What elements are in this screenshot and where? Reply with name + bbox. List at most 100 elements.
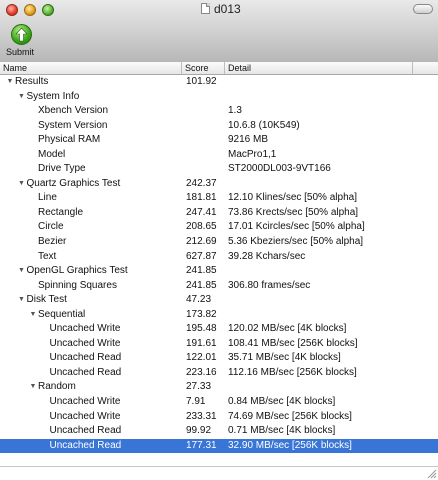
- outline-row[interactable]: Bezier 212.69 5.36 Kbeziers/sec [50% alpha…: [0, 235, 438, 250]
- outline-row[interactable]: ▼ Results 101.92: [0, 75, 438, 90]
- outline-row[interactable]: Spinning Squares 241.85 306.80 frames/sec: [0, 279, 438, 294]
- outline-row[interactable]: Model MacPro1,1: [0, 148, 438, 163]
- resize-grip-icon[interactable]: [426, 468, 437, 479]
- row-score: 627.87: [186, 250, 217, 262]
- row-detail: MacPro1,1: [228, 148, 277, 160]
- row-detail: 39.28 Kchars/sec: [228, 250, 306, 262]
- row-name: Drive Type: [38, 163, 86, 175]
- toolbar-toggle-button[interactable]: [413, 4, 433, 14]
- row-detail: 1.3: [228, 105, 242, 117]
- row-name: Uncached Read: [49, 352, 122, 364]
- close-icon[interactable]: [6, 4, 18, 16]
- outline-row[interactable]: Rectangle 247.41 73.86 Krects/sec [50% alp…: [0, 206, 438, 221]
- outline-row[interactable]: ▼ Sequential 173.82: [0, 308, 438, 323]
- minimize-icon[interactable]: [24, 4, 36, 16]
- disclosure-triangle-down-icon[interactable]: ▼: [29, 380, 37, 395]
- outline-row[interactable]: ▼ System Info: [0, 90, 438, 105]
- upload-arrow-icon: [11, 24, 32, 45]
- row-score: 101.92: [186, 76, 217, 87]
- row-score: 27.33: [186, 381, 212, 393]
- outline-row[interactable]: Uncached Read 99.92 0.71 MB/sec [4K blocks…: [0, 424, 438, 439]
- row-score: 99.92: [186, 425, 212, 437]
- row-score: 173.82: [186, 308, 217, 320]
- window-toolbar: d013 Submit: [0, 0, 438, 63]
- row-name: Uncached Read: [49, 425, 122, 437]
- row-score: 195.48: [186, 323, 217, 335]
- outline-row[interactable]: ▼ Disk Test 47.23: [0, 293, 438, 308]
- disclosure-triangle-down-icon[interactable]: ▼: [29, 308, 37, 323]
- submit-label: Submit: [6, 47, 35, 57]
- disclosure-triangle-down-icon[interactable]: ▼: [18, 264, 26, 279]
- row-name: System Info: [26, 90, 80, 102]
- row-score: 7.91: [186, 396, 206, 408]
- outline-row[interactable]: Uncached Read 177.31 32.90 MB/sec [256K bl…: [0, 438, 438, 454]
- outline-row[interactable]: Physical RAM 9216 MB: [0, 133, 438, 148]
- column-header-score[interactable]: Score: [182, 62, 225, 74]
- window-title: d013: [214, 2, 241, 16]
- row-detail: 120.02 MB/sec [4K blocks]: [228, 323, 347, 335]
- column-header-detail[interactable]: Detail: [225, 62, 413, 74]
- row-name: Uncached Write: [49, 396, 121, 408]
- row-name: Circle: [38, 221, 64, 233]
- outline-row[interactable]: Text 627.87 39.28 Kchars/sec: [0, 250, 438, 265]
- row-name: Quartz Graphics Test: [26, 177, 121, 189]
- disclosure-triangle-down-icon[interactable]: ▼: [18, 177, 26, 192]
- outline-row[interactable]: ▼ OpenGL Graphics Test 241.85: [0, 264, 438, 279]
- row-name: Model: [38, 148, 66, 160]
- disclosure-triangle-down-icon[interactable]: ▼: [18, 293, 26, 308]
- row-name: Random: [38, 381, 76, 393]
- outline-row[interactable]: Xbench Version 1.3: [0, 104, 438, 119]
- row-detail: 112.16 MB/sec [256K blocks]: [228, 366, 357, 378]
- outline-row[interactable]: ▼ Random 27.33: [0, 380, 438, 395]
- row-detail: 35.71 MB/sec [4K blocks]: [228, 352, 341, 364]
- row-detail: 0.84 MB/sec [4K blocks]: [228, 396, 336, 408]
- row-detail: 5.36 Kbeziers/sec [50% alpha]: [228, 236, 364, 248]
- outline-row[interactable]: Uncached Read 122.01 35.71 MB/sec [4K bloc…: [0, 351, 438, 366]
- submit-button[interactable]: Submit: [2, 24, 38, 60]
- row-detail: 17.01 Kcircles/sec [50% alpha]: [228, 221, 365, 233]
- disclosure-triangle-down-icon[interactable]: ▼: [6, 75, 14, 90]
- row-score: 242.37: [186, 177, 217, 189]
- outline-row[interactable]: Line 181.81 12.10 Klines/sec [50% alpha]: [0, 191, 438, 206]
- row-score: 233.31: [186, 410, 217, 422]
- row-score: 241.85: [186, 279, 217, 291]
- outline-row[interactable]: Uncached Write 195.48 120.02 MB/sec [4K bl…: [0, 322, 438, 337]
- outline-row[interactable]: Drive Type ST2000DL003-9VT166: [0, 162, 438, 177]
- results-outline[interactable]: ▼ Results 101.92 ▼ System Info Xbench Version…: [0, 75, 438, 454]
- row-name: Rectangle: [38, 206, 84, 218]
- row-detail: 74.69 MB/sec [256K blocks]: [228, 410, 352, 422]
- row-name: Bezier: [38, 236, 67, 248]
- row-name: Results: [15, 76, 49, 87]
- divider: [0, 466, 438, 467]
- outline-row[interactable]: Circle 208.65 17.01 Kcircles/sec [50% alph…: [0, 220, 438, 235]
- row-score: 212.69: [186, 236, 217, 248]
- row-name: OpenGL Graphics Test: [26, 265, 128, 277]
- row-detail: 73.86 Krects/sec [50% alpha]: [228, 206, 359, 218]
- outline-row[interactable]: Uncached Read 223.16 112.16 MB/sec [256K b…: [0, 366, 438, 381]
- row-score: 177.31: [186, 439, 217, 451]
- row-name: Spinning Squares: [38, 279, 117, 291]
- outline-row[interactable]: Uncached Write 233.31 74.69 MB/sec [256K b…: [0, 410, 438, 425]
- row-score: 208.65: [186, 221, 217, 233]
- row-name: Sequential: [38, 308, 86, 320]
- outline-row[interactable]: ▼ Quartz Graphics Test 242.37: [0, 177, 438, 192]
- outline-row[interactable]: System Version 10.6.8 (10K549): [0, 119, 438, 134]
- row-name: Uncached Write: [49, 337, 121, 349]
- row-detail: 10.6.8 (10K549): [228, 119, 300, 131]
- row-name: System Version: [38, 119, 108, 131]
- row-name: Text: [38, 250, 57, 262]
- row-detail: 9216 MB: [228, 134, 269, 146]
- disclosure-triangle-down-icon[interactable]: ▼: [18, 90, 26, 105]
- row-name: Uncached Write: [49, 323, 121, 335]
- row-name: Line: [38, 192, 57, 204]
- row-name: Disk Test: [26, 294, 67, 306]
- outline-row[interactable]: Uncached Write 7.91 0.84 MB/sec [4K blocks…: [0, 395, 438, 410]
- outline-row[interactable]: Uncached Write 191.61 108.41 MB/sec [256K …: [0, 337, 438, 352]
- row-detail: 0.71 MB/sec [4K blocks]: [228, 425, 336, 437]
- row-score: 47.23: [186, 294, 212, 306]
- zoom-icon[interactable]: [42, 4, 54, 16]
- row-name: Physical RAM: [38, 134, 101, 146]
- column-header-name[interactable]: Name: [0, 62, 182, 74]
- row-score: 181.81: [186, 192, 217, 204]
- row-detail: 108.41 MB/sec [256K blocks]: [228, 337, 358, 349]
